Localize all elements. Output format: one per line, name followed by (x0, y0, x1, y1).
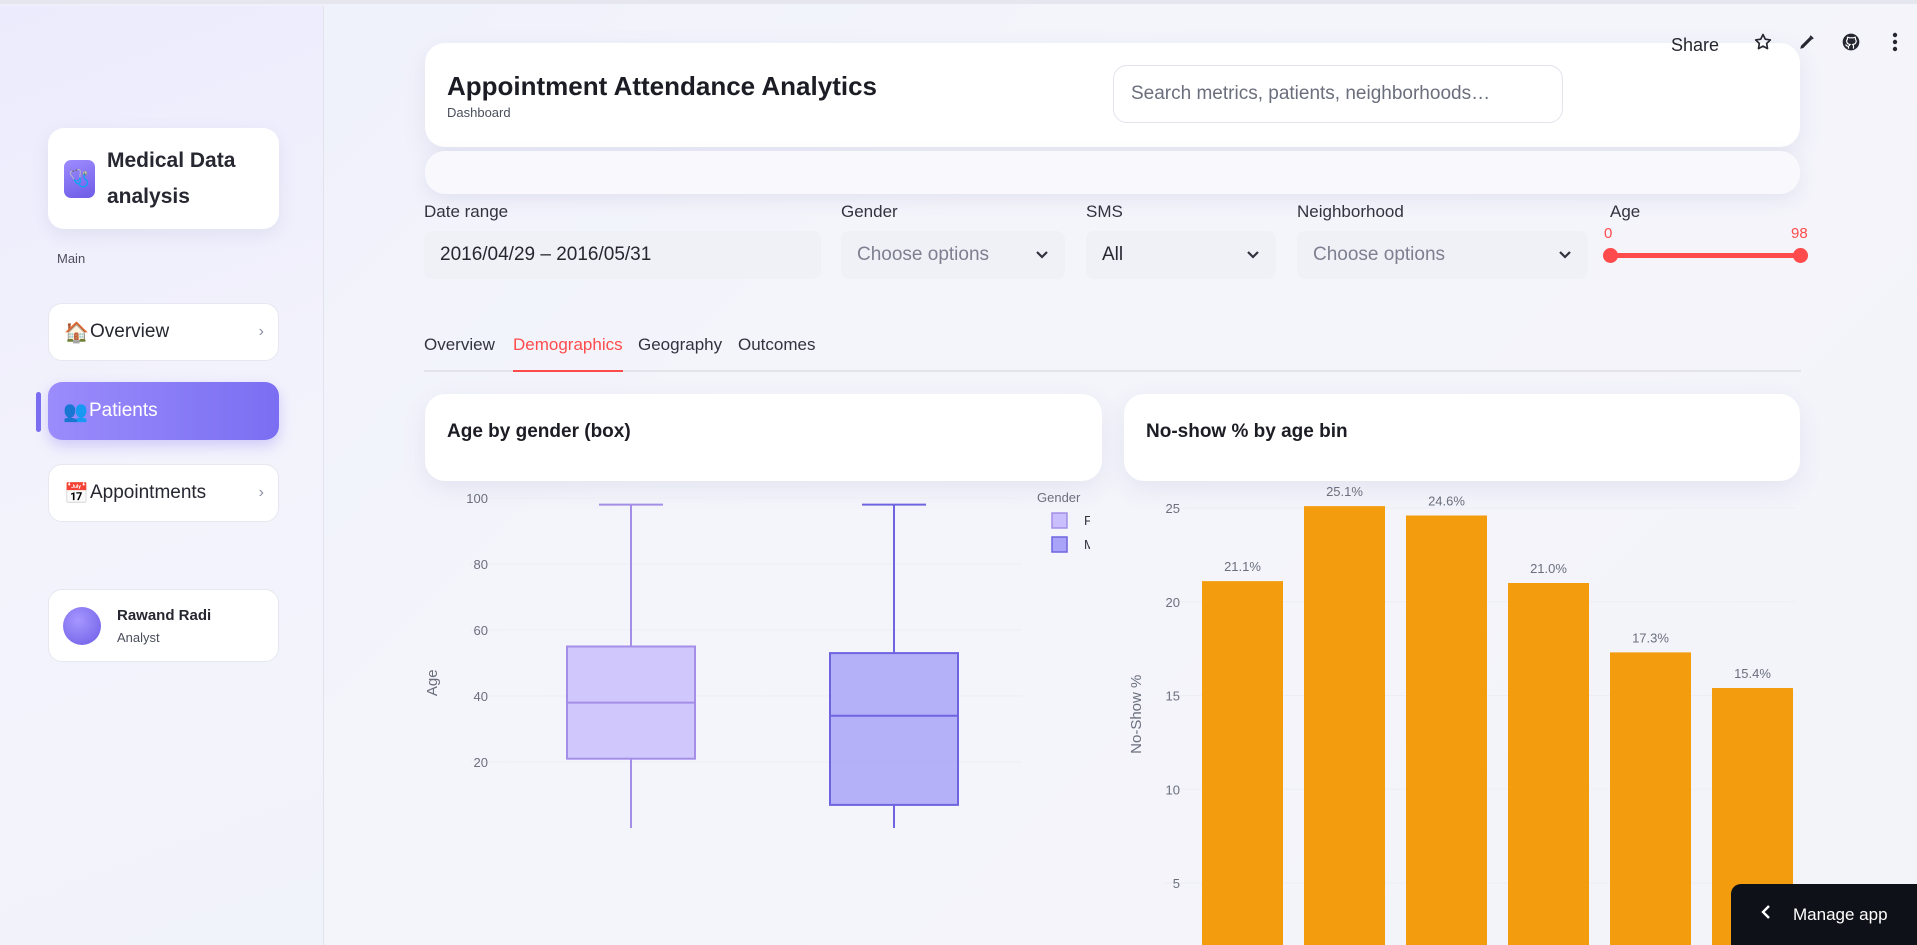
page-title: Appointment Attendance Analytics (447, 71, 878, 101)
y-tick-label: 20 (474, 755, 488, 770)
y-tick-label: 40 (474, 689, 488, 704)
legend-label-F: F (1084, 513, 1090, 528)
box-chart-header: Age by gender (box) (425, 394, 1102, 481)
legend-title: Gender (1037, 490, 1081, 505)
y-tick-label: 25 (1166, 501, 1180, 516)
legend-swatch-F (1051, 512, 1068, 529)
tab-bar: Overview Demographics Geography Outcomes (424, 335, 1801, 372)
user-role: Analyst (117, 629, 160, 645)
sidebar: 🩺 Medical Data analysis Main 🏠 Overview … (0, 6, 324, 945)
chevron-left-icon (1761, 904, 1771, 925)
bar (1304, 506, 1385, 945)
people-icon: 👥 (63, 400, 88, 423)
sidebar-item-overview[interactable]: 🏠 Overview › (48, 303, 279, 361)
bar-data-label: 25.1% (1326, 484, 1363, 499)
legend-label-M: M (1084, 537, 1090, 552)
sms-label: SMS (1086, 202, 1123, 221)
chevron-down-icon (1558, 247, 1572, 263)
pencil-icon[interactable] (1785, 33, 1829, 57)
bar-data-label: 24.6% (1428, 494, 1465, 509)
app-toolbar: Share (1671, 28, 1917, 62)
sidebar-item-patients[interactable]: 👥 Patients (48, 382, 279, 440)
gender-select[interactable]: Choose options (841, 231, 1065, 279)
active-indicator (36, 392, 41, 432)
bar (1202, 581, 1283, 945)
chevron-down-icon (1246, 247, 1260, 263)
box-M (829, 652, 959, 806)
share-button[interactable]: Share (1671, 35, 1719, 56)
age-slider-max-handle[interactable] (1793, 248, 1808, 263)
gender-label: Gender (841, 202, 898, 221)
github-icon[interactable] (1829, 32, 1873, 58)
box-chart-title: Age by gender (box) (447, 421, 631, 442)
box-chart: 20 40 60 80 100 Age GenderFM (424, 490, 1090, 828)
age-max-value: 98 (1791, 225, 1808, 242)
date-range-input[interactable]: 2016/04/29 – 2016/05/31 (424, 231, 821, 279)
manage-app-button[interactable]: Manage app (1731, 884, 1917, 945)
bar (1406, 515, 1487, 945)
user-name: Rawand Radi (117, 606, 212, 624)
sidebar-item-appointments[interactable]: 📅 Appointments › (48, 464, 279, 522)
bar-chart-title: No-show % by age bin (1146, 421, 1348, 442)
bar-chart: 5 10 15 20 25 No-Show % 21.1% 25.1% 24.6% 21.0% 17… (1128, 484, 1795, 945)
page-subtitle: Dashboard (447, 105, 511, 120)
search-input[interactable]: Search metrics, patients, neighborhoods… (1113, 65, 1563, 123)
neighborhood-label: Neighborhood (1297, 202, 1404, 221)
y-tick-label: 5 (1173, 876, 1180, 891)
bar-data-label: 15.4% (1734, 666, 1771, 681)
chevron-right-icon: › (258, 484, 264, 501)
bar-data-label: 21.0% (1530, 561, 1567, 576)
more-vertical-icon[interactable] (1873, 32, 1917, 58)
y-axis-label: Age (424, 669, 441, 696)
age-min-value: 0 (1604, 225, 1613, 242)
header-strip (425, 151, 1800, 194)
y-tick-label: 15 (1166, 689, 1180, 704)
age-label: Age (1610, 202, 1641, 221)
y-tick-label: 10 (1166, 782, 1180, 797)
y-axis-label: No-Show % (1128, 675, 1145, 754)
age-slider-track[interactable] (1610, 253, 1800, 258)
bar-chart-header: No-show % by age bin (1124, 394, 1800, 481)
calendar-icon: 📅 (64, 482, 89, 505)
tab-geography[interactable]: Geography (638, 335, 722, 372)
bar-data-label: 17.3% (1632, 630, 1669, 645)
chevron-down-icon (1035, 247, 1049, 263)
y-tick-label: 20 (1166, 595, 1180, 610)
bar-data-label: 21.1% (1224, 559, 1261, 574)
house-icon: 🏠 (64, 321, 89, 344)
user-card[interactable]: Rawand Radi Analyst (48, 589, 279, 662)
sidebar-item-label: Patients (89, 400, 158, 421)
bar (1610, 652, 1691, 945)
sidebar-item-label: Overview (90, 321, 170, 342)
date-range-label: Date range (424, 202, 509, 221)
sms-select-value: All (1102, 244, 1124, 265)
tab-overview[interactable]: Overview (424, 335, 495, 372)
header-card: Appointment Attendance Analytics Dashboa… (425, 43, 1800, 147)
sms-select[interactable]: All (1086, 231, 1276, 279)
avatar (63, 606, 101, 645)
age-slider-min-handle[interactable] (1603, 248, 1618, 263)
sidebar-item-label: Appointments (90, 482, 207, 503)
tab-demographics[interactable]: Demographics (513, 335, 623, 372)
legend-swatch-M (1051, 536, 1068, 553)
brand-card: 🩺 Medical Data analysis (48, 128, 279, 229)
gender-select-placeholder: Choose options (857, 244, 990, 265)
sidebar-section-label: Main (57, 251, 86, 266)
star-icon[interactable] (1741, 32, 1785, 58)
neighborhood-select-placeholder: Choose options (1313, 244, 1446, 265)
y-tick-label: 80 (474, 557, 488, 572)
bar (1508, 583, 1589, 945)
brand-title: Medical Data analysis (107, 148, 236, 208)
chevron-right-icon: › (258, 323, 264, 340)
manage-app-label: Manage app (1793, 904, 1888, 924)
y-tick-label: 100 (466, 491, 488, 506)
neighborhood-select[interactable]: Choose options (1297, 231, 1588, 279)
tab-outcomes[interactable]: Outcomes (738, 335, 815, 372)
stethoscope-icon: 🩺 (64, 159, 95, 198)
y-tick-label: 60 (474, 623, 488, 638)
browser-top-edge (0, 0, 1917, 4)
